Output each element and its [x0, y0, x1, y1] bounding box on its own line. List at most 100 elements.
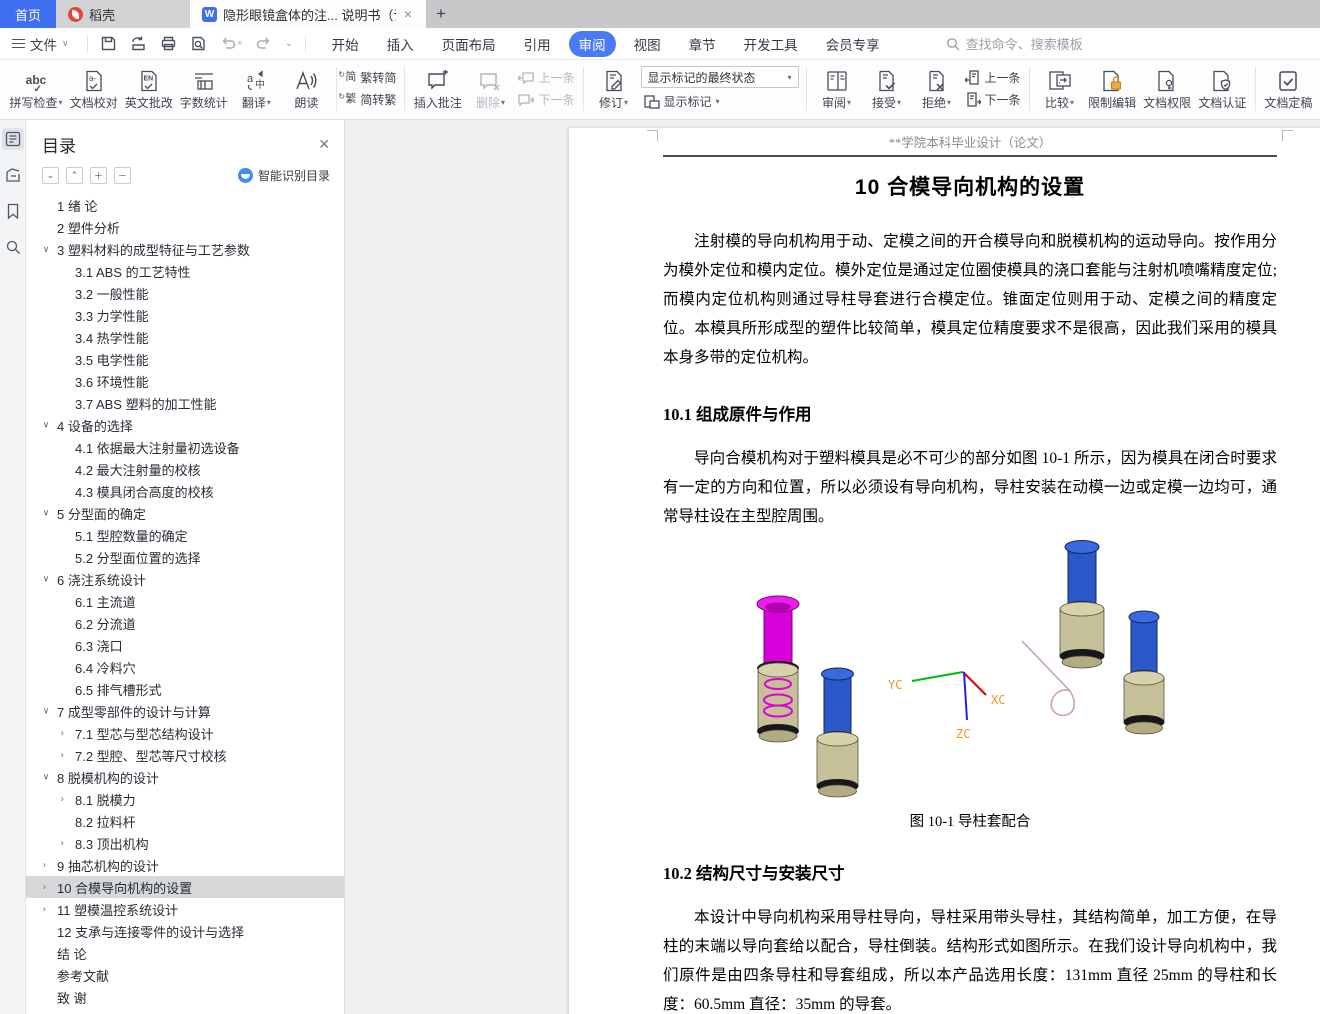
toc-item[interactable]: 3.7 ABS 塑料的加工性能 — [26, 392, 344, 414]
menu-tab[interactable]: 引用 — [514, 31, 561, 57]
show-markup-button[interactable]: 显示标记 ▾ — [641, 92, 799, 111]
home-tab[interactable]: 首页 — [0, 0, 56, 28]
toc-item-chevron-icon[interactable]: ∨ — [43, 574, 57, 584]
menu-tab[interactable]: 视图 — [624, 31, 671, 57]
expand-all-button[interactable]: ⌄ — [42, 167, 59, 184]
collapse-all-button[interactable]: ⌃ — [66, 167, 83, 184]
toc-item[interactable]: 3.4 热学性能 — [26, 326, 344, 348]
toc-item[interactable]: 4.2 最大注射量的校核 — [26, 458, 344, 480]
document-authentication-button[interactable]: 文档认证 — [1195, 63, 1250, 115]
toc-item[interactable]: 6.1 主流道 — [26, 590, 344, 612]
toc-item[interactable]: 6.3 浇口 — [26, 634, 344, 656]
accept-change-button[interactable]: 接受 ▾ — [862, 63, 912, 115]
toc-item[interactable]: ∨ 5 分型面的确定 — [26, 502, 344, 524]
toc-item-chevron-icon[interactable]: › — [61, 838, 75, 848]
document-permission-button[interactable]: 文档权限 — [1140, 63, 1195, 115]
toc-item-chevron-icon[interactable]: ∨ — [43, 244, 57, 254]
toc-item[interactable]: › 7.2 型腔、型芯等尺寸校核 — [26, 744, 344, 766]
menu-tab[interactable]: 开发工具 — [734, 31, 808, 57]
toc-item-chevron-icon[interactable]: ∨ — [43, 508, 57, 518]
insert-comment-button[interactable]: 插入批注 — [410, 63, 465, 115]
toc-item[interactable]: 参考文献 — [26, 964, 344, 986]
document-workspace[interactable]: **学院本科毕业设计（论文） 10 合模导向机构的设置 注射模的导向机构用于动、… — [345, 120, 1320, 1014]
menu-tab[interactable]: 章节 — [679, 31, 726, 57]
word-count-button[interactable]: 字数统计 — [176, 63, 231, 115]
toc-item[interactable]: 1 绪 论 — [26, 194, 344, 216]
toc-item[interactable]: ∨ 6 浇注系统设计 — [26, 568, 344, 590]
toc-item-chevron-icon[interactable]: › — [43, 860, 57, 870]
document-page[interactable]: **学院本科毕业设计（论文） 10 合模导向机构的设置 注射模的导向机构用于动、… — [569, 128, 1320, 1014]
toc-item-chevron-icon[interactable]: › — [43, 904, 57, 914]
spell-check-button[interactable]: abc 拼写检查▾ — [6, 63, 66, 115]
track-changes-button[interactable]: 修订 ▾ — [589, 63, 639, 115]
new-tab-button[interactable]: + — [426, 0, 456, 28]
simp-to-trad-button[interactable]: 繁简转繁 — [338, 90, 399, 109]
read-aloud-button[interactable]: 朗读 — [281, 63, 331, 115]
docer-tab[interactable]: 稻壳 — [56, 0, 190, 28]
toc-item[interactable]: › 9 抽芯机构的设计 — [26, 854, 344, 876]
toc-item[interactable]: 6.4 冷料穴 — [26, 656, 344, 678]
print-button[interactable] — [160, 35, 177, 52]
smart-recognize-toc-button[interactable]: 智能识别目录 — [237, 167, 330, 184]
print-preview-button[interactable] — [190, 35, 207, 52]
menu-tab[interactable]: 开始 — [322, 31, 369, 57]
translate-button[interactable]: a中 翻译 ▾ — [231, 63, 281, 115]
toc-item[interactable]: 5.2 分型面位置的选择 — [26, 546, 344, 568]
toc-item[interactable]: ∨ 7 成型零部件的设计与计算 — [26, 700, 344, 722]
toc-item[interactable]: 4.3 模具闭合高度的校核 — [26, 480, 344, 502]
toc-item[interactable]: 致 谢 — [26, 986, 344, 1008]
menu-tab[interactable]: 插入 — [377, 31, 424, 57]
reject-change-button[interactable]: 拒绝 ▾ — [912, 63, 962, 115]
zoom-out-level-button[interactable]: － — [114, 167, 131, 184]
toc-item[interactable]: 8.2 拉料杆 — [26, 810, 344, 832]
toc-item[interactable]: 6.2 分流道 — [26, 612, 344, 634]
toc-item[interactable]: 3.3 力学性能 — [26, 304, 344, 326]
toc-item[interactable]: ∨ 8 脱模机构的设计 — [26, 766, 344, 788]
close-tab-icon[interactable]: × — [402, 6, 414, 22]
save-button[interactable] — [100, 35, 117, 52]
toc-item[interactable]: 3.5 电学性能 — [26, 348, 344, 370]
bookmark-panel-button[interactable] — [2, 200, 24, 222]
toc-item-chevron-icon[interactable]: › — [61, 794, 75, 804]
menu-tab[interactable]: 页面布局 — [432, 31, 506, 57]
toc-item[interactable]: 3.6 环境性能 — [26, 370, 344, 392]
menu-tab[interactable]: 会员专享 — [816, 31, 890, 57]
next-comment-button[interactable]: 下一条 — [515, 90, 577, 109]
toc-item-chevron-icon[interactable]: ∨ — [43, 420, 57, 430]
toc-item[interactable]: 结 论 — [26, 942, 344, 964]
menu-tab[interactable]: 审阅 — [568, 30, 616, 57]
toc-item[interactable]: ∨ 3 塑料材料的成型特征与工艺参数 — [26, 238, 344, 260]
search-panel-button[interactable] — [2, 236, 24, 258]
toc-item[interactable]: 3.2 一般性能 — [26, 282, 344, 304]
toc-item[interactable]: 12 支承与连接零件的设计与选择 — [26, 920, 344, 942]
doc-proofread-button[interactable]: a- 文档校对 — [66, 63, 121, 115]
customize-toolbar-icon[interactable]: ⌄ — [285, 38, 293, 49]
toc-item[interactable]: ∨ 4 设备的选择 — [26, 414, 344, 436]
redo-button[interactable] — [255, 35, 272, 52]
toc-item[interactable]: › 11 塑模温控系统设计 — [26, 898, 344, 920]
toc-item[interactable]: › 10 合模导向机构的设置 — [26, 876, 344, 898]
toc-item[interactable]: › 8.3 顶出机构 — [26, 832, 344, 854]
undo-button[interactable] — [220, 35, 237, 52]
compare-button[interactable]: 比较 ▾ — [1035, 63, 1085, 115]
toc-item[interactable]: 3.1 ABS 的工艺特性 — [26, 260, 344, 282]
zoom-in-level-button[interactable]: ＋ — [90, 167, 107, 184]
toc-item[interactable]: › 8.1 脱模力 — [26, 788, 344, 810]
english-correction-button[interactable]: EN 英文批改 — [121, 63, 176, 115]
finalize-document-button[interactable]: 文档定稿 — [1261, 63, 1316, 115]
toc-item-chevron-icon[interactable]: ∨ — [43, 772, 57, 782]
toc-item[interactable]: 5.1 型腔数量的确定 — [26, 524, 344, 546]
next-change-button[interactable]: 下一条 — [962, 90, 1024, 109]
markup-state-select[interactable]: 显示标记的最终状态 ▾ — [640, 66, 799, 88]
review-panel-button[interactable]: 审阅 ▾ — [812, 63, 862, 115]
toc-item[interactable]: 6.5 排气槽形式 — [26, 678, 344, 700]
previous-change-button[interactable]: 上一条 — [962, 68, 1024, 87]
toc-item[interactable]: › 7.1 型芯与型芯结构设计 — [26, 722, 344, 744]
toc-item[interactable]: 2 塑件分析 — [26, 216, 344, 238]
toc-item-chevron-icon[interactable]: ∨ — [43, 706, 57, 716]
toc-item-chevron-icon[interactable]: › — [61, 728, 75, 738]
file-menu-button[interactable]: 文件 ∨ — [0, 34, 79, 54]
toc-panel-button[interactable] — [1, 128, 24, 150]
toc-item-chevron-icon[interactable]: › — [61, 750, 75, 760]
export-button[interactable] — [130, 35, 147, 52]
